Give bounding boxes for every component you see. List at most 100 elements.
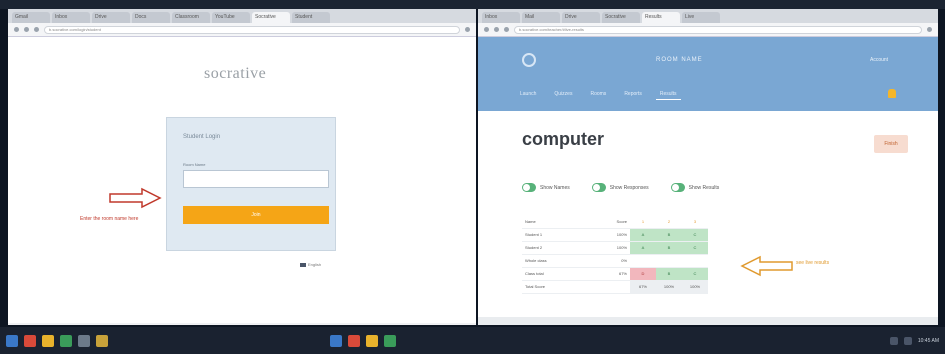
browser-tab[interactable]: Inbox <box>482 12 520 23</box>
nav-rooms[interactable]: Rooms <box>586 89 610 100</box>
cell-answer[interactable]: B <box>656 241 682 255</box>
language-label: English <box>308 262 322 267</box>
cell-answer[interactable]: 67% <box>630 280 656 294</box>
cell-answer[interactable]: 100% <box>656 280 682 294</box>
nav-reports[interactable]: Reports <box>620 89 646 100</box>
url-input[interactable]: b.socrative.com/login/student <box>44 25 460 34</box>
user-menu[interactable]: Account <box>870 57 888 63</box>
join-button[interactable]: Join <box>183 206 329 224</box>
header-score[interactable]: Score <box>586 215 630 229</box>
browser-tab-active[interactable]: Socrative <box>252 12 290 23</box>
cell-answer[interactable] <box>656 254 682 268</box>
cell-answer[interactable]: C <box>682 228 708 242</box>
app-icon[interactable] <box>348 334 360 347</box>
browser-tab[interactable]: Gmail <box>12 12 50 23</box>
browser-tab[interactable]: Classroom <box>172 12 210 23</box>
browser-tab[interactable]: Student <box>292 12 330 23</box>
room-name-input[interactable] <box>183 170 329 188</box>
toggle-label: Show Responses <box>609 184 649 191</box>
browser-tab-active[interactable]: Results <box>642 12 680 23</box>
cell-answer[interactable]: A <box>630 228 656 242</box>
browser-tab[interactable]: Drive <box>92 12 130 23</box>
browser-tab[interactable]: Inbox <box>52 12 90 23</box>
toggle-switch-icon[interactable] <box>522 183 536 192</box>
menu-icon[interactable] <box>465 27 470 32</box>
toggle-switch-icon[interactable] <box>591 183 606 192</box>
cell-answer[interactable]: A <box>630 241 656 255</box>
cell-answer[interactable] <box>682 254 708 268</box>
volume-icon[interactable] <box>903 336 912 345</box>
forward-icon[interactable] <box>24 27 29 32</box>
app-icon[interactable] <box>60 334 72 347</box>
finish-button[interactable]: Finish <box>874 135 908 153</box>
back-icon[interactable] <box>484 27 489 32</box>
orange-arrow-annotation <box>740 255 793 277</box>
table-body: Student 1 100% A B C Student 2 100% A B C Whole cl… <box>522 228 708 294</box>
nav-quizzes[interactable]: Quizzes <box>550 89 576 100</box>
header-question[interactable]: 1 <box>630 215 656 229</box>
table-row: Total Score 67% 100% 100% <box>522 280 708 294</box>
cell-score: 100% <box>586 228 630 242</box>
browser-tab[interactable]: YouTube <box>212 12 250 23</box>
app-icon[interactable] <box>78 334 90 347</box>
bell-icon[interactable] <box>888 89 896 98</box>
toggle-show-names[interactable]: Show Names <box>522 183 570 192</box>
app-icon[interactable] <box>24 334 36 347</box>
toggle-show-results[interactable]: Show Results <box>670 183 719 192</box>
cell-answer[interactable]: B <box>656 228 682 242</box>
browser-tab[interactable]: Live <box>682 12 720 23</box>
quiz-title: computer <box>522 129 605 149</box>
table-row: Student 2 100% A B C <box>522 241 708 255</box>
cell-answer[interactable] <box>630 254 656 268</box>
back-icon[interactable] <box>14 27 19 32</box>
reload-icon[interactable] <box>34 27 39 32</box>
app-icon[interactable] <box>384 334 396 347</box>
screen: Gmail Inbox Drive Docs Classroom YouTube… <box>0 0 945 354</box>
browser-tab[interactable]: Drive <box>562 12 600 23</box>
toggle-show-responses[interactable]: Show Responses <box>591 183 649 192</box>
menu-icon[interactable] <box>927 27 932 32</box>
app-icon[interactable] <box>96 334 108 347</box>
student-browser-window: Gmail Inbox Drive Docs Classroom YouTube… <box>8 9 476 325</box>
cell-answer[interactable]: B <box>656 267 682 281</box>
cell-answer[interactable]: 100% <box>682 280 708 294</box>
browser-tab[interactable]: Mail <box>522 12 560 23</box>
system-tray: 10:45 AM <box>889 336 939 345</box>
toggle-switch-icon[interactable] <box>670 183 685 192</box>
socrative-logo-icon[interactable] <box>522 53 536 67</box>
login-card: Student Login Room Name Join <box>166 117 336 251</box>
cell-score: 100% <box>586 241 630 255</box>
annotation-note: see live results <box>796 260 830 266</box>
main-nav: Launch Quizzes Rooms Reports Results <box>516 89 681 100</box>
nav-results[interactable]: Results <box>655 89 681 100</box>
folder-icon[interactable] <box>366 334 378 347</box>
results-table: Name Score 1 2 3 Student 1 100% A B C Student… <box>522 215 708 294</box>
browser-tab[interactable]: Socrative <box>602 12 640 23</box>
url-input[interactable]: b.socrative.com/teacher/#live-results <box>514 25 922 34</box>
folder-icon[interactable] <box>42 334 54 347</box>
language-selector[interactable]: English <box>300 262 321 267</box>
table-row: Whole class 0% <box>522 254 708 268</box>
clock[interactable]: 10:45 AM <box>918 338 939 344</box>
red-arrow-annotation <box>109 187 162 209</box>
browser-tab[interactable]: Docs <box>132 12 170 23</box>
header-name[interactable]: Name <box>522 215 586 229</box>
network-icon[interactable] <box>889 336 898 345</box>
start-icon[interactable] <box>330 334 342 347</box>
start-icon[interactable] <box>6 334 18 347</box>
teacher-header: ROOM NAME Account Launch Quizzes Rooms R… <box>478 37 938 111</box>
nav-launch[interactable]: Launch <box>516 89 540 100</box>
cell-score: 0% <box>586 254 630 268</box>
forward-icon[interactable] <box>494 27 499 32</box>
header-question[interactable]: 3 <box>682 215 708 229</box>
room-name-label: Room Name <box>183 162 206 167</box>
reload-icon[interactable] <box>504 27 509 32</box>
cell-answer[interactable]: C <box>682 241 708 255</box>
cell-student-name: Whole class <box>522 254 586 268</box>
cell-answer[interactable]: D <box>630 267 656 281</box>
socrative-logo: socrative <box>204 65 267 82</box>
cell-score: 67% <box>586 267 630 281</box>
horizontal-scrollbar[interactable] <box>478 317 938 325</box>
header-question[interactable]: 2 <box>656 215 682 229</box>
cell-answer[interactable]: C <box>682 267 708 281</box>
